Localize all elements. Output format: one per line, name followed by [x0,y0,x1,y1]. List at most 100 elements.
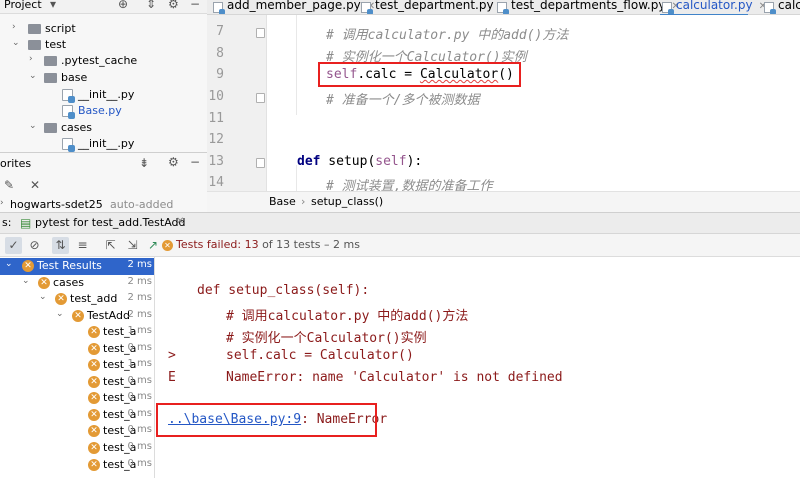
show-ignored-toggle[interactable]: ⊘ [26,237,43,254]
tab-add-member-page[interactable]: add_member_page.py✕ [211,0,375,14]
folder-icon [28,40,41,50]
python-file-icon [62,89,75,103]
tree-item-base[interactable]: ⌄ base [0,70,207,87]
tree-item-base-py[interactable]: Base.py [0,103,207,120]
test-row[interactable]: ✕ test_a 0 ms [0,440,154,457]
test-row[interactable]: ✕ test_a 1 ms [0,357,154,374]
fail-status-icon: ✕ [88,392,100,404]
python-file-icon [361,2,373,14]
test-row-time: 1 ms [127,325,153,336]
tree-item-pytest-cache[interactable]: › .pytest_cache [0,53,207,70]
test-row[interactable]: ✕ test_a 0 ms [0,390,154,407]
test-row-time: 1 ms [127,358,153,369]
test-row[interactable]: ✕ test_a 0 ms [0,457,154,474]
test-row-time: 2 ms [127,276,153,287]
show-passed-toggle[interactable]: ✓ [5,237,22,254]
test-row[interactable]: ✕ test_a 0 ms [0,341,154,358]
favorites-header: orites ⇟ ⚙ − [0,153,207,175]
project-pane-header: Project ▾ ⊕ ⇕ ⚙ − [0,0,207,14]
fail-status-icon: ✕ [88,376,100,388]
favorites-project-note: auto-added [110,198,174,211]
export-arrow-icon[interactable]: ↗ [148,238,158,252]
tab-calculator[interactable]: calculator.py ✕ [660,0,767,14]
fail-status-icon: ✕ [88,459,100,471]
fold-marker-icon[interactable] [256,28,265,38]
favorites-project-label: hogwarts-sdet25 [10,198,103,211]
tree-item-label: script [45,22,76,35]
chevron-down-icon[interactable]: ⌄ [29,71,37,81]
breadcrumb-item[interactable]: Base [269,195,296,208]
tab-test-department[interactable]: test_department.py✕ [359,0,508,14]
test-row-time: 0 ms [127,375,153,386]
fail-status-icon: ✕ [88,425,100,437]
tab-test-departments-flow[interactable]: test_departments_flow.py ✕ [495,0,680,14]
fold-marker-icon[interactable] [256,93,265,103]
console-marker: E [168,370,176,385]
test-row-time: 0 ms [127,441,153,452]
code-editor[interactable]: # 调用calculator.py 中的add()方法 # 实例化一个Calcu… [268,15,800,191]
test-row-testadd-class[interactable]: ⌄ ✕ TestAdd 2 ms [0,308,154,325]
test-row-test-add[interactable]: ⌄ ✕ test_add 2 ms [0,291,154,308]
sort-alphabetically-icon[interactable]: ⇅ [52,237,69,254]
globe-target-icon[interactable]: ⊕ [118,0,128,11]
gear-icon[interactable]: ⚙ [168,0,179,11]
test-row-label: cases [53,276,85,289]
run-config-tab[interactable]: pytest for test_add.TestAdd [35,216,186,229]
test-row-time: 0 ms [127,391,153,402]
project-pane-title[interactable]: Project [4,0,42,11]
tab-calc[interactable]: calc [762,0,800,14]
edit-pencil-icon[interactable]: ✎ [4,178,14,192]
test-row-label: TestAdd [87,309,130,322]
fold-marker-icon[interactable] [256,158,265,168]
run-panel-titlebar: s: ▤ pytest for test_add.TestAdd ✕ [0,212,800,234]
chevron-down-icon[interactable]: ⌄ [39,292,47,302]
delete-icon[interactable]: ✕ [30,178,40,192]
code-token: ): [406,154,423,169]
chevron-down-icon[interactable]: ⌄ [56,309,64,319]
fail-status-icon: ✕ [162,240,173,251]
test-row-time: 2 ms [127,259,153,270]
tree-item-label: test [45,38,67,51]
tab-label: calculator.py [676,0,753,12]
test-row[interactable]: ✕ test_a 1 ms [0,324,154,341]
chevron-down-icon[interactable]: ⌄ [12,38,20,48]
highlight-box [156,403,377,437]
tree-item-cases-init[interactable]: __init__.py [0,136,207,152]
minimize-icon[interactable]: − [190,0,200,11]
chevron-right-icon[interactable]: › [0,198,4,208]
tree-item-base-init[interactable]: __init__.py [0,87,207,104]
chevron-down-icon[interactable]: ⌄ [29,121,37,131]
breadcrumb-item[interactable]: setup_class() [311,195,383,208]
dropdown-chevron-icon[interactable]: ▾ [50,0,56,11]
console-output[interactable]: def setup_class(self): # 调用calculator.py… [156,257,800,478]
test-row-cases[interactable]: ⌄ ✕ cases 2 ms [0,275,154,292]
chevron-right-icon[interactable]: › [29,54,33,64]
collapse-all-icon[interactable]: ⇲ [124,237,141,254]
python-file-icon [764,2,776,14]
tree-item-test[interactable]: ⌄ test [0,37,207,54]
test-row[interactable]: ✕ test_a 0 ms [0,423,154,440]
test-row-root[interactable]: ⌄ ✕ Test Results 2 ms [0,258,154,275]
chevron-down-icon[interactable]: ⌄ [22,276,30,286]
test-row-time: 0 ms [127,424,153,435]
chevron-right-icon[interactable]: › [12,22,16,32]
tree-item-script[interactable]: › script [0,21,207,38]
close-icon[interactable]: ✕ [176,216,184,227]
test-row-time: 2 ms [127,309,153,320]
chevron-down-icon[interactable]: ⌄ [5,259,13,269]
folder-icon [44,56,57,66]
console-line: self.calc = Calculator() [226,348,414,363]
test-row[interactable]: ✕ test_a 0 ms [0,407,154,424]
collapse-icon[interactable]: ⇟ [139,156,149,170]
expand-all-icon[interactable]: ⇱ [102,237,119,254]
test-status-rest: of 13 tests – 2 ms [258,238,360,251]
fail-status-icon: ✕ [88,326,100,338]
gear-icon[interactable]: ⚙ [168,155,179,169]
test-row[interactable]: ✕ test_a 0 ms [0,374,154,391]
python-file-icon [62,138,75,152]
tree-item-cases[interactable]: ⌄ cases [0,120,207,137]
collapse-all-icon[interactable]: ⇕ [146,0,156,11]
sort-by-duration-icon[interactable]: ≡ [74,237,91,254]
run-toolbar: ✓ ⊘ ⇅ ≡ ⇱ ⇲ ↗ ✕ Tests failed: 13 of 13 t… [0,234,800,257]
favorites-title: orites [0,157,32,170]
